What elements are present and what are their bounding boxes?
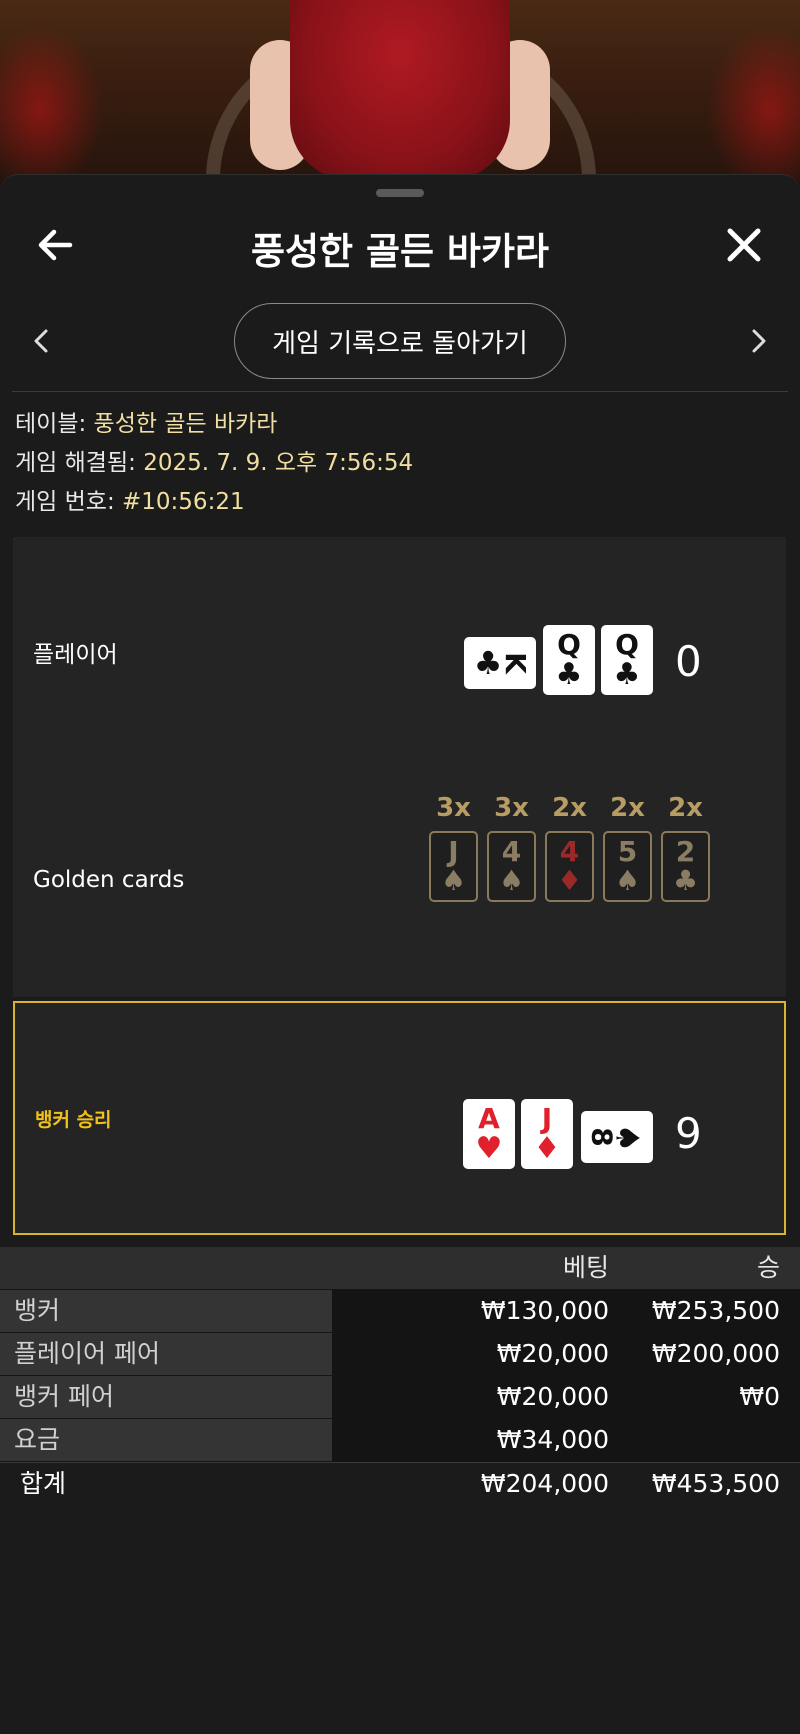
- game-number-label: 게임 번호:: [15, 489, 115, 515]
- card-rank: A: [478, 1101, 500, 1135]
- sheet-header: 풍성한 골든 바카라: [0, 205, 800, 285]
- bet-amount: ₩130,000: [332, 1290, 609, 1332]
- table-header-row: 베팅 승: [0, 1247, 800, 1290]
- total-row: 합계 ₩204,000 ₩453,500: [0, 1462, 800, 1505]
- table-info-row: 테이블: 풍성한 골든 바카라: [15, 405, 413, 444]
- card-rank: 4: [501, 835, 522, 868]
- win-amount: ₩253,500: [609, 1290, 800, 1332]
- win-amount: ₩200,000: [609, 1333, 800, 1375]
- divider: [12, 391, 788, 392]
- table-row: 플레이어 페어 ₩20,000 ₩200,000: [0, 1333, 800, 1376]
- player-hand-panel: 플레이어 ♣ K Q ♣ Q ♣ 0: [13, 537, 786, 771]
- dealer-dress: [290, 0, 510, 180]
- table-value: 풍성한 골든 바카라: [93, 411, 278, 437]
- banker-card-2: J ♦: [521, 1099, 573, 1169]
- table-row: 뱅커 ₩130,000 ₩253,500: [0, 1290, 800, 1333]
- bets-table: 베팅 승 뱅커 ₩130,000 ₩253,500 플레이어 페어 ₩20,00…: [0, 1247, 800, 1505]
- card-rank: J: [541, 1101, 553, 1135]
- player-card-2: Q ♣: [543, 625, 595, 695]
- golden-card: 2 ♣: [661, 831, 710, 902]
- page-title: 풍성한 골든 바카라: [250, 230, 550, 273]
- resolved-info-row: 게임 해결됨: 2025. 7. 9. 오후 7:56:54: [15, 444, 413, 483]
- resolved-value: 2025. 7. 9. 오후 7:56:54: [143, 450, 414, 476]
- player-card-1: ♣ K: [464, 637, 536, 689]
- table-label: 테이블:: [15, 411, 87, 437]
- spade-suit-icon: ♠: [608, 1123, 647, 1152]
- game-navigation: 게임 기록으로 돌아가기: [0, 301, 800, 381]
- win-column-header: 승: [609, 1247, 800, 1289]
- card-rank: K: [499, 652, 533, 674]
- player-card-3: Q ♣: [601, 625, 653, 695]
- total-bet: ₩204,000: [480, 1469, 609, 1498]
- game-info: 테이블: 풍성한 골든 바카라 게임 해결됨: 2025. 7. 9. 오후 7…: [15, 405, 413, 522]
- table-row: 요금 ₩34,000: [0, 1419, 800, 1462]
- win-amount: [609, 1419, 800, 1461]
- golden-multiplier: 2x: [610, 793, 645, 823]
- game-number-value: #10:56:21: [122, 489, 245, 515]
- heart-suit-icon: ♥: [475, 1130, 503, 1166]
- golden-card: 4 ♦: [545, 831, 594, 902]
- banker-win-label: 뱅커 승리: [35, 1109, 112, 1131]
- golden-cards-label: Golden cards: [33, 867, 185, 893]
- golden-multiplier: 2x: [668, 793, 703, 823]
- banker-hand-panel: 뱅커 승리 A ♥ J ♦ 8 ♠ 9: [13, 1001, 786, 1235]
- golden-multiplier: 2x: [552, 793, 587, 823]
- golden-card: 5 ♠: [603, 831, 652, 902]
- previous-game-button[interactable]: [24, 323, 60, 359]
- table-row: 뱅커 페어 ₩20,000 ₩0: [0, 1376, 800, 1419]
- card-rank: 4: [559, 835, 580, 868]
- total-win: ₩453,500: [651, 1469, 780, 1498]
- bet-amount: ₩20,000: [332, 1333, 609, 1375]
- bet-column-header: 베팅: [332, 1247, 609, 1289]
- game-details-sheet: 풍성한 골든 바카라 게임 기록으로 돌아가기 테이블: 풍성한 골든 바카라 …: [0, 174, 800, 1734]
- golden-cards-panel: Golden cards 3x J ♠ 3x 4 ♠ 2x 4 ♦ 2x 5 ♠…: [13, 771, 786, 997]
- card-rank: Q: [557, 627, 581, 661]
- bet-amount: ₩20,000: [332, 1376, 609, 1418]
- diamond-suit-icon: ♦: [533, 1130, 561, 1166]
- back-to-history-button[interactable]: 게임 기록으로 돌아가기: [234, 303, 566, 379]
- card-rank: 2: [675, 835, 696, 868]
- golden-multiplier: 3x: [436, 793, 471, 823]
- player-label: 플레이어: [33, 642, 118, 668]
- game-number-row: 게임 번호: #10:56:21: [15, 483, 413, 522]
- next-game-button[interactable]: [740, 323, 776, 359]
- banker-card-3: 8 ♠: [581, 1111, 653, 1163]
- golden-card: 4 ♠: [487, 831, 536, 902]
- bet-name: 뱅커 페어: [0, 1376, 332, 1418]
- card-rank: 5: [617, 835, 638, 868]
- total-label: 합계: [20, 1469, 67, 1498]
- chevron-left-icon: [34, 329, 48, 353]
- card-rank: J: [448, 835, 459, 868]
- bet-name: 요금: [0, 1419, 332, 1461]
- resolved-label: 게임 해결됨:: [15, 450, 136, 476]
- bet-name: 플레이어 페어: [0, 1333, 332, 1375]
- live-video-feed: [0, 0, 800, 190]
- golden-card: J ♠: [429, 831, 478, 902]
- club-suit-icon: ♣: [555, 656, 583, 692]
- diamond-suit-icon: ♦: [556, 864, 583, 897]
- club-suit-icon: ♣: [672, 864, 699, 897]
- banker-score: 9: [675, 1109, 702, 1158]
- banker-card-1: A ♥: [463, 1099, 515, 1169]
- spade-suit-icon: ♠: [498, 864, 525, 897]
- close-icon: [727, 228, 761, 262]
- win-amount: ₩0: [609, 1376, 800, 1418]
- card-rank: Q: [615, 627, 639, 661]
- bet-name: 뱅커: [0, 1290, 332, 1332]
- close-button[interactable]: [720, 221, 768, 269]
- player-score: 0: [675, 637, 702, 686]
- spade-suit-icon: ♠: [614, 864, 641, 897]
- club-suit-icon: ♣: [613, 656, 641, 692]
- spade-suit-icon: ♠: [440, 864, 467, 897]
- chevron-right-icon: [752, 329, 766, 353]
- bet-amount: ₩34,000: [332, 1419, 609, 1461]
- golden-multiplier: 3x: [494, 793, 529, 823]
- drag-handle[interactable]: [376, 189, 424, 197]
- header-cell-empty: [0, 1247, 332, 1289]
